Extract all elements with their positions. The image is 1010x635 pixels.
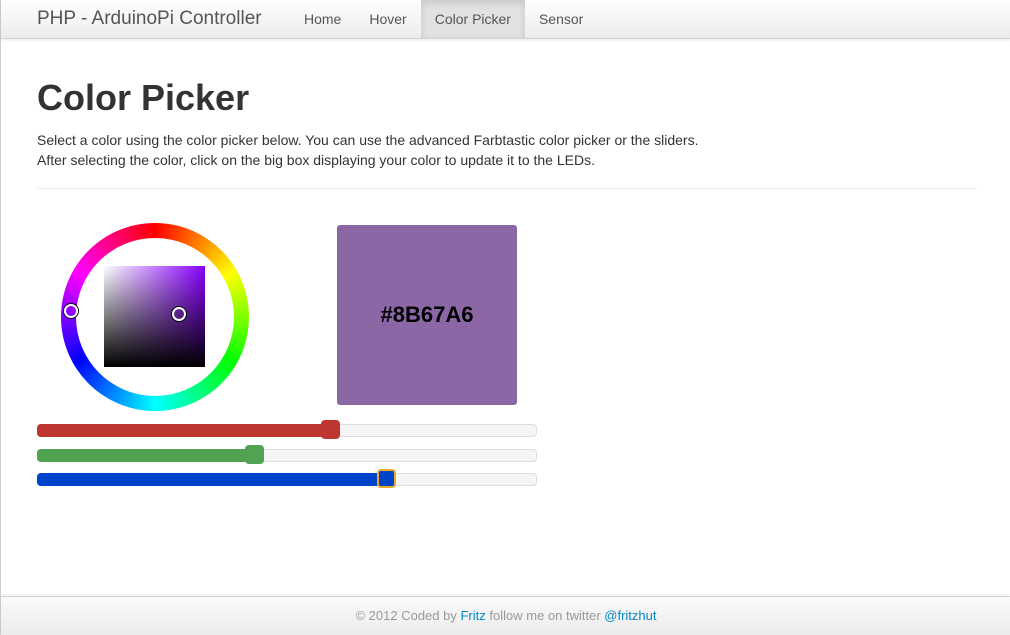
green-slider[interactable]	[37, 445, 537, 464]
header-divider	[37, 188, 977, 189]
saturation-value-marker[interactable]	[172, 307, 186, 321]
footer-copyright: © 2012 Coded by	[355, 608, 457, 623]
description-line-2: After selecting the color, click on the …	[37, 152, 595, 168]
blue-slider[interactable]	[37, 469, 537, 488]
description-line-1: Select a color using the color picker be…	[37, 132, 699, 148]
nav-item-sensor[interactable]: Sensor	[525, 0, 597, 38]
page-title: Color Picker	[37, 77, 250, 118]
footer: © 2012 Coded by Fritz follow me on twitt…	[1, 596, 1010, 635]
footer-follow-text: follow me on twitter	[489, 608, 601, 623]
nav-item-hover[interactable]: Hover	[355, 0, 420, 38]
nav-menu: Home Hover Color Picker Sensor	[290, 0, 597, 38]
page-description: Select a color using the color picker be…	[37, 130, 698, 170]
color-hex-label: #8B67A6	[380, 302, 474, 327]
green-slider-fill	[37, 449, 253, 462]
red-slider-fill	[37, 424, 329, 437]
nav-item-home[interactable]: Home	[290, 0, 355, 38]
blue-slider-fill	[37, 473, 385, 486]
red-slider-handle[interactable]	[321, 420, 340, 439]
nav-item-color-picker[interactable]: Color Picker	[420, 0, 525, 38]
navbar: PHP - ArduinoPi Controller Home Hover Co…	[1, 0, 1010, 39]
saturation-value-square[interactable]	[104, 266, 205, 367]
footer-twitter-link[interactable]: @fritzhut	[604, 608, 656, 623]
color-preview-box[interactable]: #8B67A6	[337, 225, 517, 405]
green-slider-handle[interactable]	[245, 445, 264, 464]
red-slider[interactable]	[37, 420, 537, 439]
footer-author-link[interactable]: Fritz	[460, 608, 485, 623]
page-frame: PHP - ArduinoPi Controller Home Hover Co…	[0, 0, 1010, 635]
hue-marker[interactable]	[64, 304, 78, 318]
blue-slider-handle[interactable]	[377, 469, 396, 488]
brand-title[interactable]: PHP - ArduinoPi Controller	[37, 8, 262, 30]
